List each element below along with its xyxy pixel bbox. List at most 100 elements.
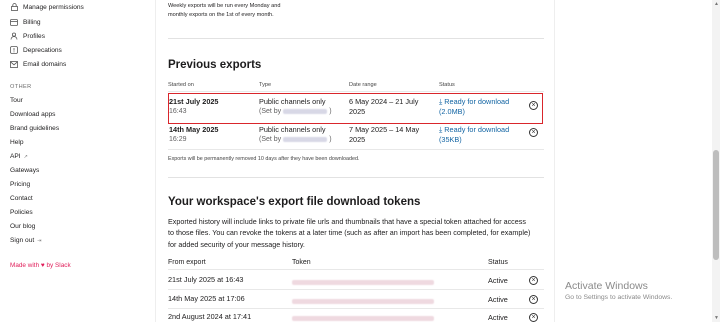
- sidebar-item-label: Contact: [10, 195, 33, 202]
- export-type: Public channels only: [259, 125, 326, 134]
- sidebar-item-label: Download apps: [10, 111, 56, 118]
- page-scrollbar[interactable]: ▲ ▼: [712, 0, 720, 322]
- token-from: 21st July 2025 at 16:43: [168, 275, 244, 284]
- row-line: [168, 289, 544, 290]
- person-icon: [10, 32, 18, 40]
- note-line: monthly exports on the 1st of every mont…: [168, 12, 274, 18]
- sidebar-item-label: Deprecations: [23, 46, 62, 54]
- note-line: Weekly exports will be run every Monday …: [168, 3, 281, 9]
- desc-line: to those files. You can revoke the token…: [168, 228, 531, 238]
- sidebar-item-label: Manage permissions: [23, 3, 84, 11]
- sidebar-link-tour[interactable]: Tour: [10, 97, 23, 104]
- sidebar-heading-other: OTHER: [10, 84, 32, 90]
- sidebar-item-email-domains[interactable]: Email domains: [10, 60, 66, 68]
- section-divider: [168, 38, 544, 39]
- sidebar-link-our-blog[interactable]: Our blog: [10, 223, 35, 230]
- token-from: 14th May 2025 at 17:06: [168, 294, 245, 303]
- close-icon[interactable]: ×: [529, 276, 538, 285]
- row-line: [168, 308, 544, 309]
- sidebar-link-pricing[interactable]: Pricing: [10, 181, 30, 188]
- col-token: Token: [292, 259, 311, 266]
- scroll-down-icon[interactable]: ▼: [714, 315, 719, 321]
- close-icon[interactable]: ×: [529, 128, 538, 137]
- sidebar-item-label: Email domains: [23, 60, 67, 68]
- tokens-title: Your workspace's export file download to…: [168, 196, 421, 208]
- made-with-label: Made with: [10, 262, 40, 269]
- made-with-slack[interactable]: Made with ♥ by Slack: [10, 262, 71, 269]
- range-line: 2025: [349, 135, 366, 144]
- sidebar-item-label: Billing: [23, 18, 41, 26]
- col-started-on: Started on: [168, 82, 194, 88]
- sidebar-link-gateways[interactable]: Gateways: [10, 167, 39, 174]
- close-icon[interactable]: ×: [529, 295, 538, 304]
- card-icon: [10, 18, 18, 26]
- lock-icon: [10, 3, 18, 11]
- sidebar-item-label: Policies: [10, 209, 33, 216]
- activate-title: Activate Windows: [565, 280, 648, 292]
- tokens-description: Exported history will include links to p…: [168, 216, 548, 250]
- scroll-up-icon[interactable]: ▲: [714, 1, 719, 7]
- sidebar-link-help[interactable]: Help: [10, 139, 24, 146]
- mail-icon: [10, 60, 18, 68]
- removal-note: Exports will be permanently removed 10 d…: [168, 156, 360, 162]
- token-status: Active: [488, 313, 508, 322]
- redacted-token: [292, 280, 434, 285]
- cloud-download-icon: ⤓: [439, 125, 443, 134]
- sidebar-item-manage-permissions[interactable]: Manage permissions: [10, 3, 84, 11]
- col-type: Type: [259, 82, 272, 88]
- export-time: 16:29: [169, 136, 187, 143]
- table-header-line: [168, 269, 544, 270]
- col-from-export: From export: [168, 259, 206, 266]
- external-link-icon: ↗: [23, 153, 28, 160]
- desc-line: Exported history will include links to p…: [168, 217, 526, 226]
- selected-row-highlight: [168, 93, 543, 124]
- token-from: 2nd August 2024 at 17:41: [168, 312, 252, 321]
- desc-line: for added security of your message histo…: [168, 239, 305, 249]
- activate-subtitle: Go to Settings to activate Windows.: [565, 294, 673, 301]
- sidebar-item-deprecations[interactable]: Deprecations: [10, 46, 62, 54]
- section-divider: [168, 177, 544, 178]
- col-token-status: Status: [488, 259, 508, 266]
- sidebar-item-billing[interactable]: Billing: [10, 18, 41, 26]
- token-status: Active: [488, 276, 508, 285]
- sidebar-link-brand-guidelines[interactable]: Brand guidelines: [10, 125, 59, 132]
- export-date: 14th May 2025: [169, 125, 219, 134]
- sidebar-item-label: Brand guidelines: [10, 125, 60, 132]
- redacted-name: [283, 136, 328, 142]
- redacted-token: [292, 299, 434, 304]
- sidebar-link-contact[interactable]: Contact: [10, 195, 33, 202]
- export-set-by: (Set by): [259, 135, 332, 145]
- sidebar-item-profiles[interactable]: Profiles: [10, 32, 45, 40]
- row-line: [168, 149, 544, 150]
- redacted-token: [292, 316, 434, 321]
- scrollbar-thumb[interactable]: [713, 150, 719, 260]
- sidebar-item-label: Pricing: [10, 181, 31, 188]
- ready-for-download-link[interactable]: ⤓ Ready for download (35KB): [439, 125, 509, 145]
- by-slack-label: by Slack: [46, 262, 71, 269]
- previous-exports-title: Previous exports: [168, 59, 262, 71]
- download-label: Ready for download: [444, 125, 510, 134]
- sidebar-link-sign-out[interactable]: Sign out ⇥: [10, 237, 41, 244]
- sidebar-item-label: API: [10, 153, 21, 160]
- sidebar-link-policies[interactable]: Policies: [10, 209, 33, 216]
- sidebar-item-label: Tour: [10, 97, 23, 104]
- sidebar-item-label: Sign out: [10, 237, 35, 244]
- col-status: Status: [439, 82, 455, 88]
- sidebar-item-label: Gateways: [10, 167, 40, 174]
- range-line: 7 May 2025 – 14 May: [349, 125, 420, 134]
- sidebar-item-label: Profiles: [23, 32, 45, 40]
- main-content: Weekly exports will be run every Monday …: [155, 0, 555, 322]
- sidebar-item-label: Help: [10, 139, 24, 146]
- token-status: Active: [488, 295, 508, 304]
- close-icon[interactable]: ×: [529, 313, 538, 322]
- col-date-range: Date range: [349, 82, 377, 88]
- table-header-line: [168, 91, 544, 92]
- sidebar-link-download-apps[interactable]: Download apps: [10, 111, 55, 118]
- export-schedule-note: Weekly exports will be run every Monday …: [168, 2, 543, 20]
- set-by-suffix: ): [329, 136, 332, 143]
- sidebar-link-api[interactable]: API ↗: [10, 153, 28, 160]
- set-by-prefix: (Set by: [259, 136, 282, 143]
- alert-icon: [10, 46, 18, 54]
- activate-windows-watermark: Activate Windows Go to Settings to activ…: [565, 280, 672, 301]
- export-range: 7 May 2025 – 14 May 2025: [349, 125, 419, 145]
